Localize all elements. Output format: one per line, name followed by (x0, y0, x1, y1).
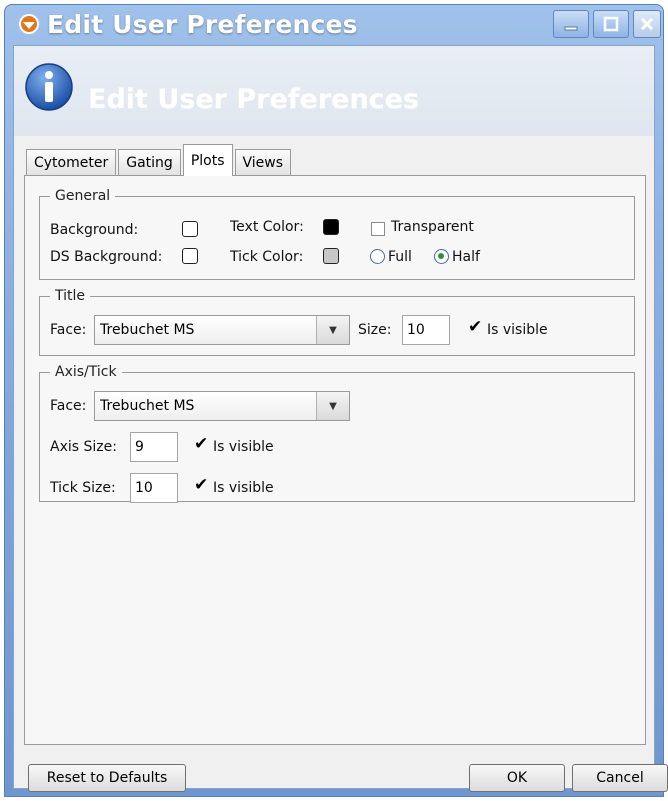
tab-strip: Cytometer Gating Plots Views (26, 143, 293, 176)
tick-size-input[interactable]: 10 (130, 473, 178, 503)
cancel-button[interactable]: Cancel (572, 764, 668, 792)
close-button[interactable] (633, 10, 661, 38)
title-size-input[interactable]: 10 (402, 315, 450, 345)
half-radio[interactable] (434, 249, 449, 264)
general-group: General Background: DS Background: Text … (39, 188, 635, 280)
title-size-label: Size: (358, 322, 392, 338)
full-radio[interactable] (370, 249, 385, 264)
title-visible-checkbox[interactable]: ✔ (468, 319, 482, 336)
tab-plots[interactable]: Plots (182, 144, 233, 176)
ds-background-label: DS Background: (50, 249, 163, 265)
axis-tick-legend: Axis/Tick (55, 364, 117, 380)
transparent-checkbox[interactable] (371, 222, 385, 236)
chevron-down-icon[interactable]: ▼ (316, 392, 349, 420)
reset-to-defaults-button[interactable]: Reset to Defaults (28, 764, 186, 792)
ok-button[interactable]: OK (469, 764, 565, 792)
plots-tab-panel: General Background: DS Background: Text … (24, 175, 646, 745)
maximize-icon (603, 16, 619, 32)
ds-background-color-swatch[interactable] (182, 248, 198, 264)
close-icon (640, 17, 654, 31)
axis-face-label: Face: (50, 398, 87, 414)
axis-tick-group: Axis/Tick Face: Trebuchet MS ▼ Axis Size… (39, 364, 635, 503)
title-face-label: Face: (50, 322, 87, 338)
chevron-down-icon[interactable]: ▼ (316, 316, 349, 344)
axis-face-select[interactable]: Trebuchet MS ▼ (94, 391, 350, 421)
background-color-swatch[interactable] (182, 221, 198, 237)
background-label: Background: (50, 222, 139, 238)
axis-face-value: Trebuchet MS (100, 398, 195, 414)
dialog-client-area: Edit User Preferences Cytometer Gating P… (13, 45, 668, 792)
dialog-window: Edit User Preferences Edit User Preferen… (4, 4, 668, 797)
header-banner: Edit User Preferences (14, 46, 654, 136)
info-icon (25, 63, 73, 111)
text-color-swatch[interactable] (323, 219, 339, 235)
title-bar[interactable]: Edit User Preferences (5, 5, 663, 43)
tick-color-swatch[interactable] (323, 248, 339, 264)
title-face-value: Trebuchet MS (100, 322, 195, 338)
tab-views[interactable]: Views (234, 149, 292, 175)
app-logo-icon (17, 12, 41, 36)
tick-color-label: Tick Color: (230, 249, 304, 265)
title-visible-label: Is visible (487, 322, 548, 338)
title-legend: Title (55, 288, 86, 304)
tick-visible-checkbox[interactable]: ✔ (194, 477, 208, 494)
axis-visible-checkbox[interactable]: ✔ (194, 436, 208, 453)
tab-gating[interactable]: Gating (118, 149, 181, 175)
tick-size-label: Tick Size: (50, 480, 116, 496)
window-title: Edit User Preferences (47, 9, 358, 39)
axis-size-label: Axis Size: (50, 439, 117, 455)
header-title: Edit User Preferences (88, 84, 420, 115)
minimize-icon (564, 26, 578, 31)
maximize-button[interactable] (593, 10, 629, 38)
axis-size-input[interactable]: 9 (130, 432, 178, 462)
tab-cytometer[interactable]: Cytometer (26, 149, 117, 175)
minimize-button[interactable] (553, 10, 589, 38)
full-label: Full (388, 249, 412, 265)
general-legend: General (55, 188, 111, 204)
title-face-select[interactable]: Trebuchet MS ▼ (94, 315, 350, 345)
radio-selected-dot (438, 253, 444, 259)
tick-visible-label: Is visible (213, 480, 274, 496)
title-group: Title Face: Trebuchet MS ▼ Size: 10 ✔ Is… (39, 288, 635, 356)
text-color-label: Text Color: (230, 219, 304, 235)
axis-visible-label: Is visible (213, 439, 274, 455)
half-label: Half (452, 249, 480, 265)
transparent-label: Transparent (391, 219, 474, 235)
